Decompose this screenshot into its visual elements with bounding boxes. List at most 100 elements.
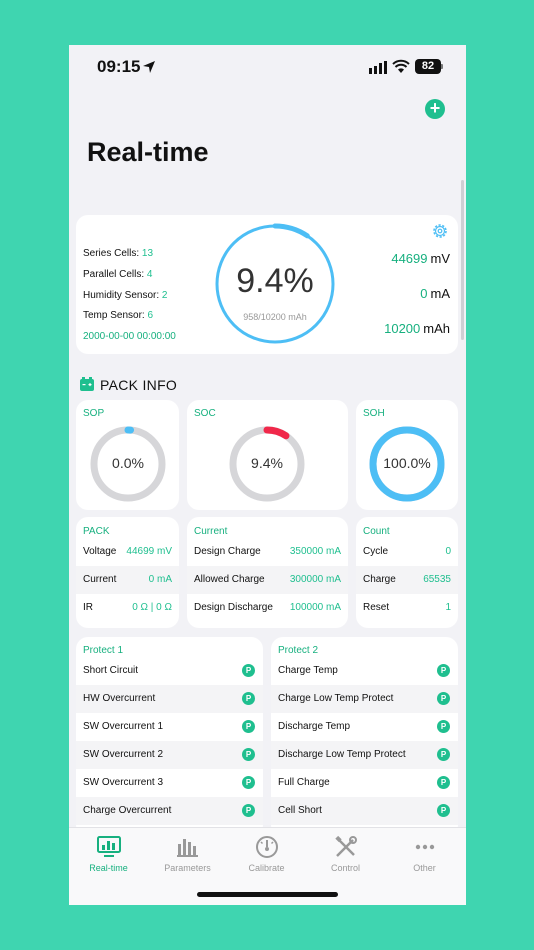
protect-status-badge: P: [437, 692, 450, 705]
tab-parameters[interactable]: Parameters: [148, 834, 227, 873]
settings-gear-icon[interactable]: [431, 222, 449, 240]
series-cells-line: Series Cells: 13: [83, 248, 153, 259]
protect-status-badge: P: [242, 804, 255, 817]
parallel-cells-line: Parallel Cells: 4: [83, 269, 152, 280]
protect1-label: Charge Overcurrent: [83, 805, 172, 816]
tools-icon: [334, 835, 357, 857]
protect2-label: Charge Temp: [278, 665, 338, 676]
current-value: 0: [420, 286, 428, 301]
tab-real-time[interactable]: Real-time: [69, 834, 148, 873]
protect2-card: Protect 2 Charge Temp P Charge Low Temp P…: [271, 637, 458, 837]
scroll-indicator: [461, 180, 464, 340]
current-row-value: 300000 mA: [289, 574, 341, 585]
pack-table-title: PACK: [83, 526, 110, 537]
protect-status-badge: P: [437, 776, 450, 789]
count-row-key: Reset: [363, 602, 390, 613]
tab-label: Real-time: [89, 863, 128, 873]
current-unit: mA: [430, 286, 451, 301]
protect2-row: Cell Short P: [271, 797, 458, 825]
humidity-sensor-label: Humidity Sensor:: [83, 290, 160, 301]
parallel-cells-label: Parallel Cells:: [83, 269, 145, 280]
gauge-percent: 9.4%: [236, 262, 314, 300]
protect-status-badge: P: [242, 776, 255, 789]
add-button[interactable]: +: [425, 99, 445, 119]
count-row-charge: Charge 65535: [356, 566, 458, 594]
pack-row-key: Current: [83, 574, 117, 585]
pack-info-title: PACK INFO: [100, 377, 178, 393]
home-indicator: [197, 892, 338, 897]
protect-status-badge: P: [437, 804, 450, 817]
voltage-metric: 44699 mV: [391, 251, 450, 266]
monitor-chart-icon: [96, 836, 121, 857]
protect1-label: HW Overcurrent: [83, 693, 156, 704]
series-cells-value: 13: [141, 248, 154, 259]
battery-pack-icon: [80, 377, 94, 391]
count-row-cycle: Cycle 0: [356, 538, 458, 566]
soh-value: 100.0%: [383, 455, 431, 471]
humidity-sensor-line: Humidity Sensor: 2: [83, 290, 167, 301]
current-row-value: 100000 mA: [289, 602, 341, 613]
more-dots-icon: [415, 844, 434, 850]
cellular-signal-icon: [369, 61, 387, 74]
soh-card: SOH 100.0%: [356, 400, 458, 510]
protect1-label: Short Circuit: [83, 665, 139, 676]
tab-label: Calibrate: [248, 863, 285, 873]
tab-calibrate[interactable]: Calibrate: [227, 834, 306, 873]
protect-status-badge: P: [437, 748, 450, 761]
protect1-label: SW Overcurrent 2: [83, 749, 164, 760]
sop-value: 0.0%: [112, 455, 144, 471]
soc-value: 9.4%: [251, 455, 283, 471]
gauge-icon: [255, 836, 278, 858]
pack-table: PACK Voltage 44699 mV Current 0 mA IR 0 Ω |…: [76, 517, 179, 628]
gauge-capacity: 958/10200 mAh: [243, 312, 307, 322]
bar-chart-icon: [176, 839, 198, 857]
protect2-row: Discharge Low Temp Protect P: [271, 741, 458, 769]
current-row-design-discharge: Design Discharge 100000 mA: [187, 594, 348, 622]
count-table-title: Count: [363, 526, 390, 537]
summary-card: Series Cells: 13 Parallel Cells: 4 Humid…: [76, 215, 458, 354]
sop-card: SOP 0.0%: [76, 400, 179, 510]
protect1-label: SW Overcurrent 3: [83, 777, 164, 788]
protect-status-badge: P: [242, 664, 255, 677]
current-metric: 0 mA: [420, 286, 450, 301]
status-time: 09:15: [97, 57, 141, 76]
tab-control[interactable]: Control: [306, 834, 385, 873]
sop-label: SOP: [83, 408, 105, 419]
temp-sensor-value: 6: [147, 310, 154, 321]
pack-row-key: Voltage: [83, 546, 117, 557]
count-row-value: 65535: [423, 574, 451, 585]
current-row-key: Allowed Charge: [194, 574, 265, 585]
parallel-cells-value: 4: [146, 269, 153, 280]
wifi-icon: [392, 59, 410, 73]
phone-screen: 09:15 82 + Real-time Series Cells: 13 Pa…: [69, 45, 466, 905]
pack-row-voltage: Voltage 44699 mV: [76, 538, 179, 566]
tab-other[interactable]: Other: [385, 834, 464, 873]
temp-sensor-line: Temp Sensor: 6: [83, 310, 153, 321]
current-table-title: Current: [194, 526, 228, 537]
pack-row-value: 0 mA: [148, 574, 172, 585]
protect-status-badge: P: [242, 748, 255, 761]
protect-status-badge: P: [242, 720, 255, 733]
protect1-row: SW Overcurrent 1 P: [76, 713, 263, 741]
protect-status-badge: P: [242, 692, 255, 705]
protect2-row: Full Charge P: [271, 769, 458, 797]
protect-status-badge: P: [437, 720, 450, 733]
count-row-key: Cycle: [363, 546, 389, 557]
soh-label: SOH: [363, 408, 385, 419]
pack-row-value: 44699 mV: [126, 546, 172, 557]
current-row-key: Design Charge: [194, 546, 261, 557]
protect2-row: Charge Low Temp Protect P: [271, 685, 458, 713]
protect2-label: Charge Low Temp Protect: [278, 693, 394, 704]
status-bar: 09:15 82: [69, 57, 466, 79]
protect1-row: SW Overcurrent 2 P: [76, 741, 263, 769]
protect1-card: Protect 1 Short Circuit P HW Overcurrent P…: [76, 637, 263, 837]
current-row-key: Design Discharge: [194, 602, 273, 613]
protect-status-badge: P: [437, 664, 450, 677]
tab-label: Other: [413, 863, 436, 873]
pack-row-value: 0 Ω | 0 Ω: [132, 602, 172, 613]
voltage-value: 44699: [391, 251, 428, 266]
current-row-design-charge: Design Charge 350000 mA: [187, 538, 348, 566]
humidity-sensor-value: 2: [161, 290, 168, 301]
count-row-value: 0: [445, 546, 451, 557]
count-row-value: 1: [445, 602, 451, 613]
